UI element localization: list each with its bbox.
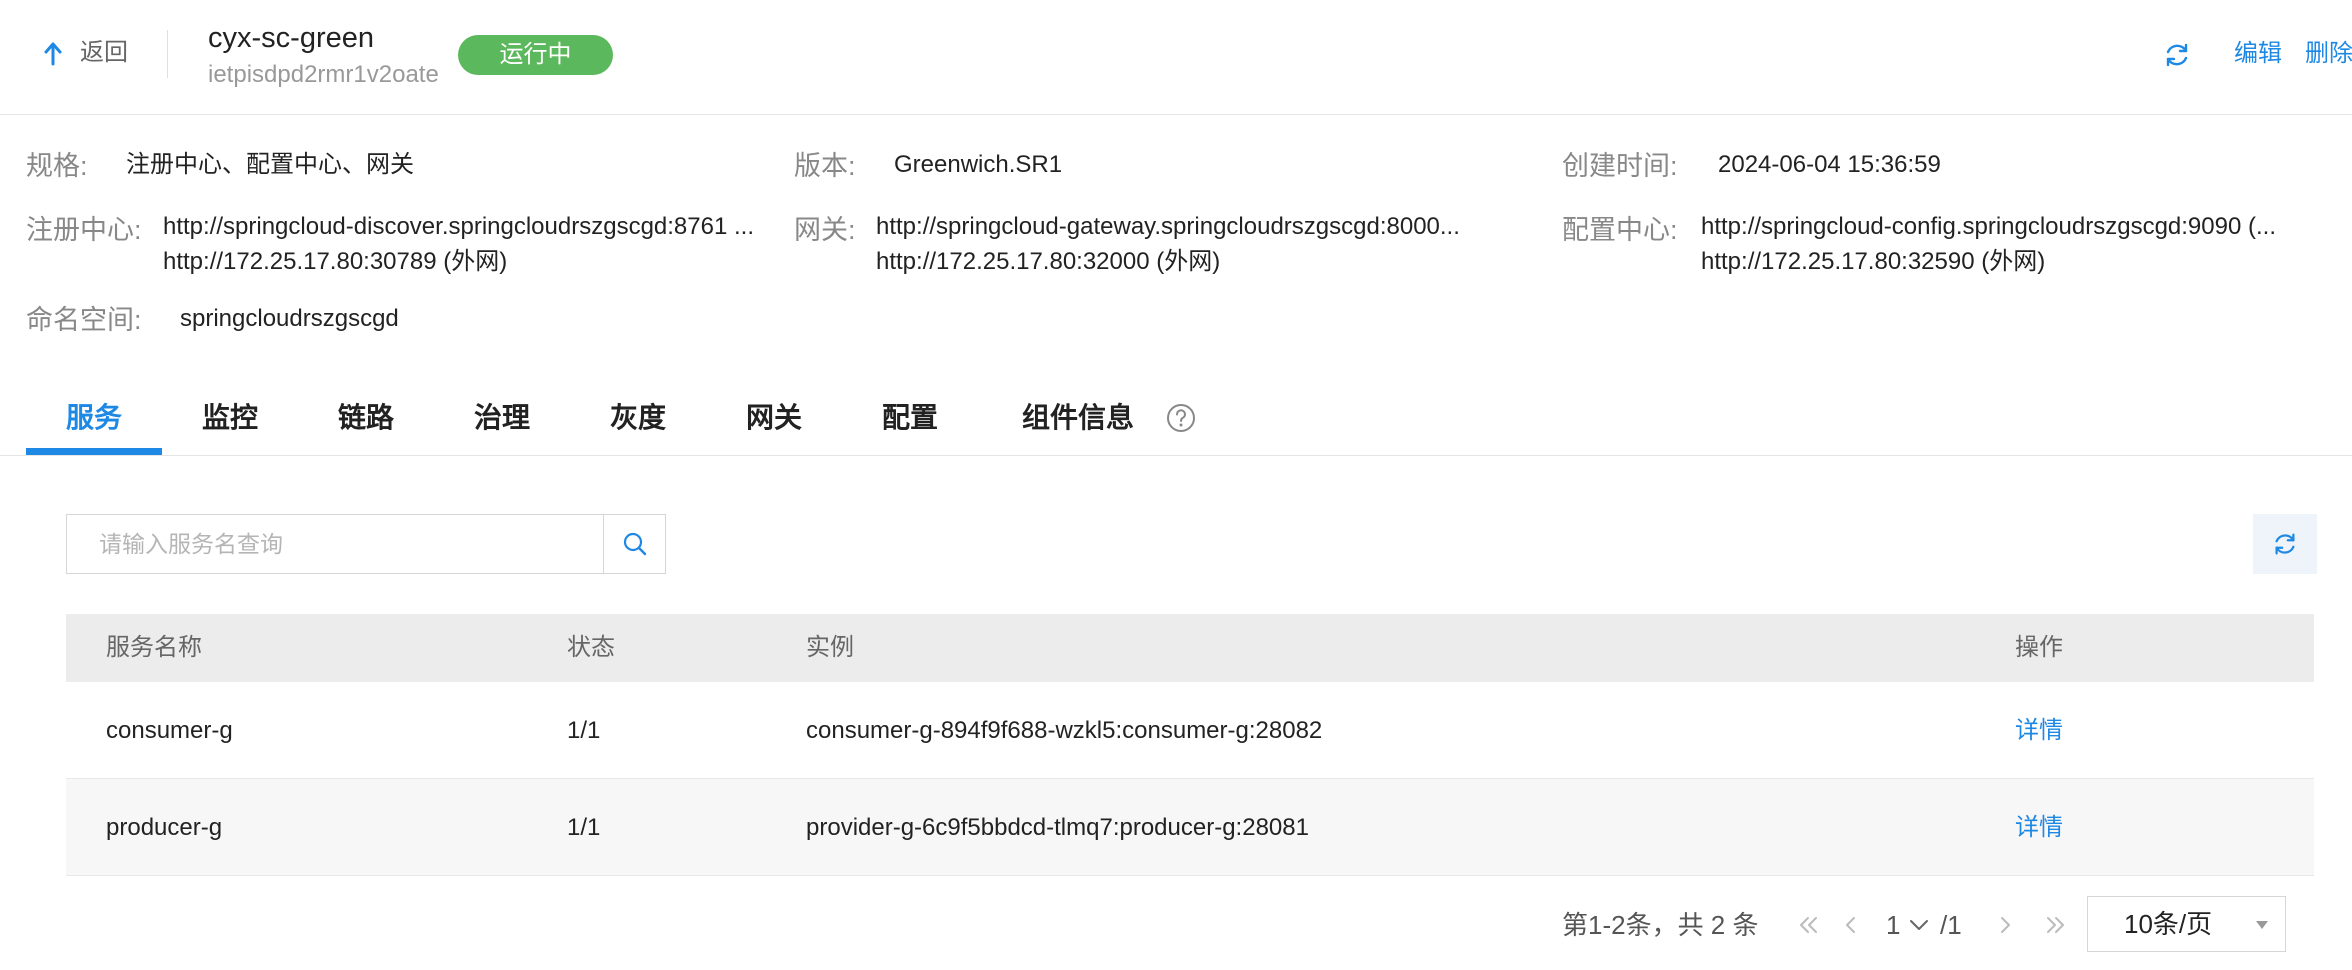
version-value: Greenwich.SR1 bbox=[894, 151, 1063, 178]
gateway-external-url: http://172.25.17.80:32000 (外网) bbox=[876, 248, 1221, 275]
details-link[interactable]: 详情 bbox=[2015, 779, 2063, 876]
status-badge: 运行中 bbox=[458, 35, 613, 75]
caret-down-icon bbox=[2256, 921, 2268, 929]
active-tab-indicator bbox=[26, 448, 162, 455]
service-name: producer-g bbox=[106, 814, 223, 841]
tab-governance[interactable]: 治理 bbox=[444, 390, 560, 456]
column-status: 状态 bbox=[567, 634, 615, 661]
namespace-value: springcloudrszgscgd bbox=[180, 305, 399, 332]
column-actions: 操作 bbox=[2015, 634, 2063, 661]
table-row: consumer-g 1/1 consumer-g-894f9f688-wzkl… bbox=[66, 682, 2314, 779]
delete-button[interactable]: 删除 bbox=[2305, 38, 2352, 70]
registry-url: http://springcloud-discover.springcloudr… bbox=[163, 213, 754, 240]
help-icon[interactable] bbox=[1165, 402, 1197, 434]
services-table: 服务名称 状态 实例 操作 consumer-g 1/1 consumer-g-… bbox=[66, 614, 2314, 876]
refresh-icon bbox=[2275, 533, 2295, 555]
tab-monitoring[interactable]: 监控 bbox=[172, 390, 288, 456]
service-name: consumer-g bbox=[106, 717, 233, 744]
version-label: 版本: bbox=[794, 151, 856, 181]
prev-page-icon[interactable] bbox=[1836, 910, 1866, 940]
created-time-value: 2024-06-04 15:36:59 bbox=[1718, 151, 1941, 178]
spec-value: 注册中心、配置中心、网关 bbox=[126, 151, 414, 178]
tab-components[interactable]: 组件信息 bbox=[1008, 390, 1148, 456]
instance-id: ietpisdpd2rmr1v2oate bbox=[208, 61, 439, 88]
registry-external-url: http://172.25.17.80:30789 (外网) bbox=[163, 248, 508, 275]
namespace-label: 命名空间: bbox=[26, 305, 142, 335]
service-status: 1/1 bbox=[567, 814, 601, 841]
page-title: cyx-sc-green bbox=[208, 22, 374, 54]
refresh-icon[interactable] bbox=[2162, 40, 2192, 70]
table-row: producer-g 1/1 provider-g-6c9f5bbdcd-tlm… bbox=[66, 779, 2314, 876]
tab-config[interactable]: 配置 bbox=[852, 390, 968, 456]
header-divider bbox=[167, 30, 168, 78]
tab-services[interactable]: 服务 bbox=[26, 390, 162, 456]
service-status: 1/1 bbox=[567, 717, 601, 744]
tab-canary[interactable]: 灰度 bbox=[580, 390, 696, 456]
column-instance: 实例 bbox=[806, 634, 854, 661]
next-page-icon[interactable] bbox=[1990, 910, 2020, 940]
edit-button[interactable]: 编辑 bbox=[2234, 38, 2282, 70]
gateway-label: 网关: bbox=[794, 215, 856, 245]
first-page-icon[interactable] bbox=[1794, 910, 1824, 940]
chevron-down-icon[interactable] bbox=[1908, 916, 1930, 934]
current-page-select[interactable]: 1 bbox=[1886, 906, 1900, 944]
back-button[interactable]: 返回 bbox=[42, 36, 128, 70]
page-size-label: 10条/页 bbox=[2124, 909, 2213, 939]
table-header: 服务名称 状态 实例 操作 bbox=[66, 614, 2314, 682]
config-url: http://springcloud-config.springcloudrsz… bbox=[1701, 213, 2276, 240]
registry-label: 注册中心: bbox=[26, 215, 142, 245]
tab-gateway[interactable]: 网关 bbox=[716, 390, 832, 456]
page-header: 返回 cyx-sc-green ietpisdpd2rmr1v2oate 运行中… bbox=[0, 0, 2352, 115]
last-page-icon[interactable] bbox=[2040, 910, 2070, 940]
column-service-name: 服务名称 bbox=[106, 634, 202, 661]
created-time-label: 创建时间: bbox=[1562, 151, 1678, 181]
arrow-up-icon bbox=[44, 42, 62, 66]
service-search-input[interactable] bbox=[67, 515, 603, 573]
page-size-select[interactable]: 10条/页 bbox=[2087, 896, 2286, 952]
config-external-url: http://172.25.17.80:32590 (外网) bbox=[1701, 248, 2046, 275]
details-link[interactable]: 详情 bbox=[2015, 682, 2063, 779]
spec-label: 规格: bbox=[26, 151, 88, 181]
back-label: 返回 bbox=[80, 39, 128, 66]
service-instance: consumer-g-894f9f688-wzkl5:consumer-g:28… bbox=[806, 717, 1323, 744]
tab-tracing[interactable]: 链路 bbox=[308, 390, 424, 456]
service-instance: provider-g-6c9f5bbdcd-tlmq7:producer-g:2… bbox=[806, 814, 1309, 841]
config-label: 配置中心: bbox=[1562, 215, 1678, 245]
search-icon bbox=[623, 532, 647, 556]
pagination-total: 第1-2条，共 2 条 bbox=[1562, 910, 1759, 940]
page-count: /1 bbox=[1940, 910, 1962, 940]
gateway-url: http://springcloud-gateway.springcloudrs… bbox=[876, 213, 1460, 240]
search-button[interactable] bbox=[603, 515, 666, 573]
search-box bbox=[66, 514, 666, 574]
list-refresh-button[interactable] bbox=[2253, 514, 2317, 574]
